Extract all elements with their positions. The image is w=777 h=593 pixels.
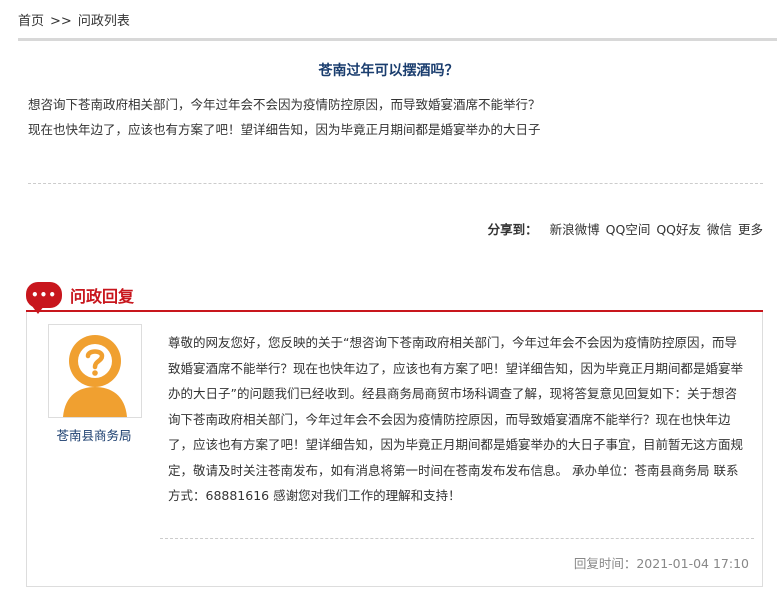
breadcrumb-current-link[interactable]: 问政列表 [78, 14, 130, 29]
share-qq-friend-link[interactable]: QQ好友 [656, 222, 701, 237]
question-title: 苍南过年可以摆酒吗？ [318, 63, 459, 79]
chat-bubble-icon: ••• [26, 282, 62, 314]
department-name: 苍南县商务局 [56, 428, 132, 443]
chat-bubble-dots: ••• [30, 288, 57, 302]
question-person-icon [63, 335, 127, 417]
breadcrumb: 首页 >> 问政列表 [18, 10, 130, 29]
reply-body: 尊敬的网友您好，您反映的关于“想咨询下苍南政府相关部门，今年过年会不会因为疫情防… [168, 335, 744, 503]
reply-timestamp: 回复时间：2021-01-04 17:10 [573, 556, 749, 571]
question-body: 想咨询下苍南政府相关部门，今年过年会不会因为疫情防控原因，而导致婚宴酒席不能举行… [28, 92, 768, 142]
reply-header: ••• 问政回复 [26, 280, 135, 314]
share-wechat-link[interactable]: 微信 [707, 222, 732, 237]
department-avatar [48, 324, 142, 418]
breadcrumb-home-link[interactable]: 首页 [18, 14, 44, 29]
question-line: 现在也快年边了，应该也有方案了吧！望详细告知，因为毕竟正月期间都是婚宴举办的大日… [28, 122, 541, 137]
share-weibo-link[interactable]: 新浪微博 [550, 222, 600, 237]
top-divider [18, 38, 777, 41]
dashed-divider [160, 538, 754, 539]
share-label: 分享到： [487, 222, 538, 237]
share-more-link[interactable]: 更多 [738, 222, 763, 237]
reply-heading: 问政回复 [70, 287, 135, 306]
share-bar: 分享到： 新浪微博 QQ空间 QQ好友 微信 更多 [488, 219, 763, 238]
dashed-divider [28, 183, 763, 184]
share-qzone-link[interactable]: QQ空间 [606, 222, 651, 237]
breadcrumb-separator: >> [50, 14, 72, 29]
question-line: 想咨询下苍南政府相关部门，今年过年会不会因为疫情防控原因，而导致婚宴酒席不能举行… [28, 97, 541, 112]
